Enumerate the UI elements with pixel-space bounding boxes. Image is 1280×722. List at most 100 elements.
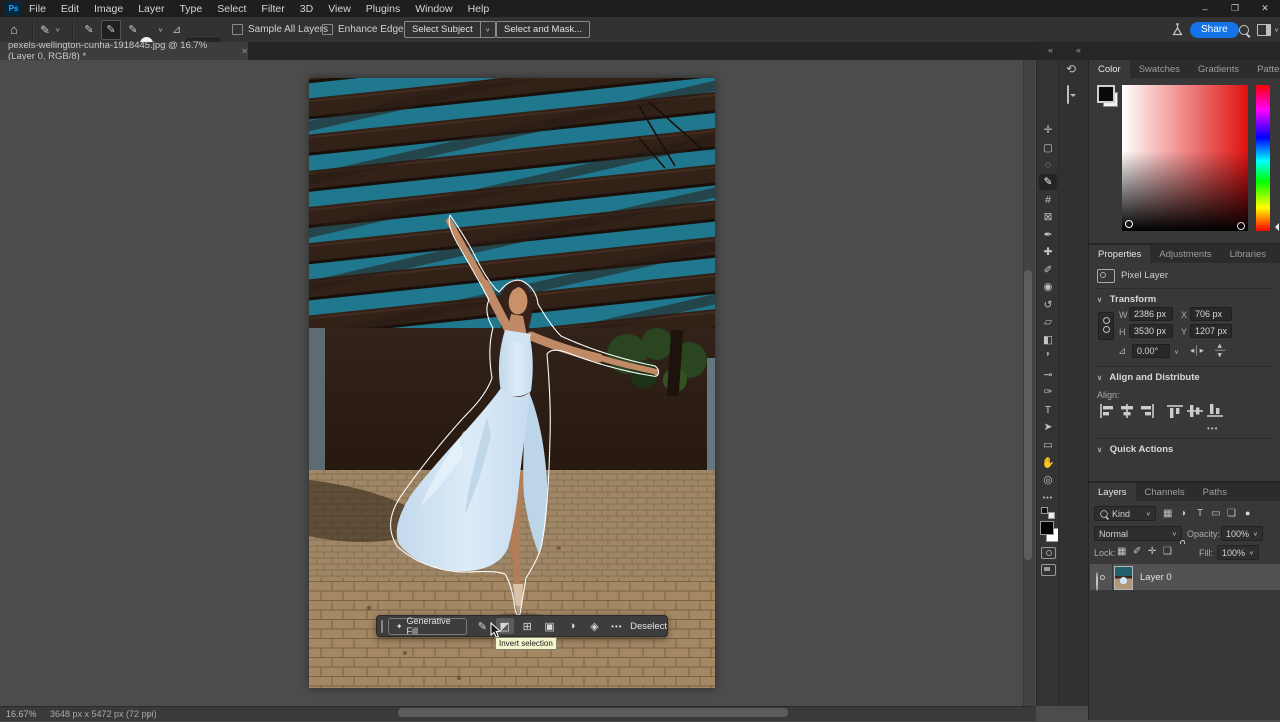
add-selection-mode-button[interactable]: ✎ (101, 20, 121, 40)
align-center-h-button[interactable] (1119, 404, 1135, 418)
height-input[interactable]: 3530 px (1129, 324, 1173, 338)
blend-mode-select[interactable]: Normal∨ (1094, 526, 1182, 541)
minimize-button[interactable]: – (1190, 0, 1220, 17)
align-top-button[interactable] (1167, 404, 1183, 418)
tab-color[interactable]: Color (1089, 60, 1130, 78)
enhance-edge-checkbox[interactable]: Enhance Edge (322, 17, 404, 42)
tool-zoom[interactable]: ◎ (1039, 472, 1057, 488)
tool-lasso[interactable]: ◌ (1039, 157, 1057, 173)
tool-type[interactable]: T (1039, 402, 1057, 418)
taskbar-drag-handle[interactable] (381, 620, 383, 633)
generative-fill-button[interactable]: ✦ Generative Fill (388, 618, 467, 635)
canvas-image[interactable] (309, 78, 715, 688)
hue-slider-marker[interactable] (1271, 223, 1279, 231)
color-field-marker[interactable] (1125, 220, 1133, 228)
layer-row[interactable]: Layer 0 (1090, 564, 1280, 590)
align-middle-v-button[interactable] (1187, 404, 1203, 418)
filter-smart-objects-button[interactable]: ❏ (1227, 508, 1236, 519)
tool-gradient[interactable]: ◧ (1039, 332, 1057, 348)
restore-button[interactable]: ❐ (1220, 0, 1250, 17)
hue-slider[interactable] (1256, 85, 1270, 231)
flip-vertical-button[interactable]: ◂│▸ (1214, 344, 1225, 358)
transform-section-header[interactable]: ∨ Transform (1097, 294, 1156, 305)
tool-crop[interactable]: # (1039, 192, 1057, 208)
edit-toolbar-button[interactable]: ••• (1039, 490, 1057, 506)
quick-mask-button[interactable] (1041, 547, 1056, 559)
menu-image[interactable]: Image (94, 3, 123, 15)
tool-selection-brush[interactable]: ✎ (1039, 174, 1057, 190)
transform-selection-button[interactable]: ⊞ (518, 618, 536, 634)
width-input[interactable]: 2386 px (1129, 307, 1173, 321)
subtract-selection-mode-button[interactable]: ✎ (124, 21, 142, 39)
tool-eraser[interactable]: ▱ (1039, 314, 1057, 330)
foreground-color-swatch[interactable] (1040, 521, 1054, 535)
menu-plugins[interactable]: Plugins (366, 3, 400, 15)
status-arrow-icon[interactable]: 〉 (146, 709, 155, 722)
tool-frame[interactable]: ⊠ (1039, 209, 1057, 225)
collapse-toolbar-icon[interactable]: « (1048, 45, 1053, 55)
deselect-button[interactable]: Deselect (630, 621, 667, 632)
tab-properties[interactable]: Properties (1089, 245, 1150, 263)
tab-close-icon[interactable]: ✕ (241, 47, 248, 56)
align-section-header[interactable]: ∨ Align and Distribute (1097, 372, 1200, 383)
select-subject-button[interactable]: Select Subject (404, 21, 481, 38)
menu-file[interactable]: File (29, 3, 46, 15)
select-and-mask-button[interactable]: Select and Mask... (496, 21, 590, 38)
layer-visibility-eye-icon[interactable] (1096, 573, 1098, 591)
menu-3d[interactable]: 3D (300, 3, 313, 15)
tab-adjustments[interactable]: Adjustments (1150, 245, 1220, 263)
menu-window[interactable]: Window (415, 3, 452, 15)
comments-panel-icon[interactable] (1067, 86, 1069, 104)
home-icon[interactable]: ⌂ (10, 17, 18, 42)
menu-type[interactable]: Type (179, 3, 202, 15)
sample-all-layers-checkbox[interactable]: Sample All Layers (232, 17, 328, 42)
y-input[interactable]: 1207 px (1190, 324, 1232, 338)
beta-flask-icon[interactable] (1172, 17, 1183, 42)
zoom-level-field[interactable]: 16.67% (6, 709, 37, 719)
menu-select[interactable]: Select (217, 3, 246, 15)
align-right-button[interactable] (1139, 404, 1155, 418)
lock-artboard-button[interactable]: ❏ (1163, 546, 1172, 557)
layer-filter-type-select[interactable]: Kind ∨ (1094, 506, 1156, 521)
screen-mode-button[interactable] (1041, 564, 1056, 576)
search-icon[interactable] (1239, 17, 1249, 42)
tool-history-brush[interactable]: ↺ (1039, 297, 1057, 313)
flip-horizontal-button[interactable]: ◂│▸ (1190, 345, 1204, 356)
rotate-angle-input[interactable]: 0.00° (1132, 344, 1170, 358)
tool-blur[interactable]: ❜ (1039, 349, 1057, 365)
tool-healing-brush[interactable]: ✚ (1039, 244, 1057, 260)
filter-shape-layers-button[interactable]: ▭ (1211, 508, 1220, 519)
tool-pen[interactable]: ✑ (1039, 384, 1057, 400)
share-button[interactable]: Share (1190, 22, 1239, 38)
tab-paths[interactable]: Paths (1194, 483, 1236, 501)
tool-brush[interactable]: ✐ (1039, 262, 1057, 278)
new-selection-mode-button[interactable]: ✎ (80, 21, 98, 39)
reference-point-icon[interactable] (1098, 312, 1114, 340)
select-subject-chevron[interactable]: ∨ (481, 21, 496, 38)
tool-shape[interactable]: ▭ (1039, 437, 1057, 453)
fill-selection-button[interactable]: ◈ (585, 618, 603, 634)
tab-libraries[interactable]: Libraries (1221, 245, 1275, 263)
document-tab[interactable]: pexels-wellington-cunha-1918445.jpg @ 16… (0, 42, 248, 60)
menu-edit[interactable]: Edit (61, 3, 79, 15)
tab-patterns[interactable]: Patterns (1248, 60, 1280, 78)
taskbar-more-button[interactable]: ••• (608, 618, 626, 634)
filter-adjustment-layers-button[interactable]: ◑ (1180, 508, 1186, 519)
filter-pixel-layers-button[interactable]: ▦ (1163, 508, 1172, 519)
filter-toggle-dot[interactable]: ● (1245, 508, 1250, 518)
lock-position-button[interactable]: ✛ (1148, 546, 1156, 557)
tool-hand[interactable]: ✋ (1039, 454, 1057, 470)
lock-paint-button[interactable]: ✐ (1133, 546, 1141, 557)
menu-filter[interactable]: Filter (261, 3, 284, 15)
align-bottom-button[interactable] (1207, 404, 1223, 418)
tab-gradients[interactable]: Gradients (1189, 60, 1248, 78)
menu-view[interactable]: View (328, 3, 351, 15)
layer-name[interactable]: Layer 0 (1140, 572, 1172, 583)
tool-dodge[interactable]: ⊸ (1039, 367, 1057, 383)
layer-thumbnail[interactable] (1114, 566, 1133, 590)
filter-type-layers-button[interactable]: T (1197, 508, 1203, 519)
tab-layers[interactable]: Layers (1089, 483, 1136, 501)
lock-transparent-button[interactable]: ▦ (1117, 546, 1126, 557)
tool-path-select[interactable]: ➤ (1039, 419, 1057, 435)
tool-preset-button[interactable]: ✎ ∨ (40, 17, 60, 42)
